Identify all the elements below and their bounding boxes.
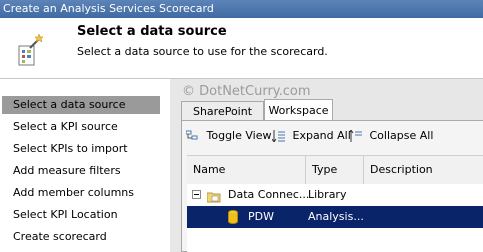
page-subtitle: Select a data source to use for the scor… (77, 45, 328, 58)
scorecard-wizard-icon (14, 32, 44, 72)
nav-item-add-member-columns[interactable]: Add member columns (2, 184, 160, 202)
grid-body: Data Connec... Library PDW Analysis... (187, 184, 483, 252)
column-header-description[interactable]: Description (364, 156, 483, 184)
column-header-name[interactable]: Name (187, 156, 306, 184)
toggle-view-icon (185, 129, 207, 142)
collapse-all-button[interactable]: Collapse All (348, 126, 434, 146)
window-title: Create an Analysis Services Scorecard (0, 0, 483, 18)
row-name: Data Connec... (228, 188, 310, 201)
nav-item-create-scorecard[interactable]: Create scorecard (2, 228, 160, 246)
table-row-selected[interactable]: PDW Analysis... (187, 206, 483, 228)
expand-all-label: Expand All (292, 129, 351, 142)
table-row[interactable]: Data Connec... Library (187, 184, 483, 206)
expand-all-icon (271, 129, 293, 143)
nav-item-select-kpi-source[interactable]: Select a KPI source (2, 118, 160, 136)
row-type: Analysis... (308, 210, 364, 223)
toggle-view-button[interactable]: Toggle View (185, 126, 272, 146)
collapse-toggle-icon[interactable] (192, 190, 201, 199)
nav-item-select-kpi-location[interactable]: Select KPI Location (2, 206, 160, 224)
tab-sharepoint-site[interactable]: SharePoint Site (181, 101, 264, 138)
wizard-steps-nav: Select a data source Select a KPI source… (0, 79, 162, 252)
watermark: © DotNetCurry.com (182, 84, 311, 99)
toggle-view-label: Toggle View (206, 129, 272, 142)
grid-header: Name Type Description (187, 155, 483, 185)
column-header-type[interactable]: Type (306, 156, 364, 184)
collapse-all-icon (348, 129, 370, 142)
tab-workspace[interactable]: Workspace (264, 99, 333, 121)
nav-item-select-kpis[interactable]: Select KPIs to import (2, 140, 160, 158)
nav-item-select-data-source[interactable]: Select a data source (2, 96, 160, 114)
expand-all-button[interactable]: Expand All (271, 126, 351, 146)
page-title: Select a data source (77, 24, 227, 39)
row-name: PDW (248, 210, 274, 223)
row-type: Library (308, 188, 347, 201)
collapse-all-label: Collapse All (369, 129, 434, 142)
wizard-header: Select a data source Select a data sourc… (0, 18, 483, 78)
cylinder-datasource-icon (228, 210, 238, 232)
nav-item-add-measure-filters[interactable]: Add measure filters (2, 162, 160, 180)
